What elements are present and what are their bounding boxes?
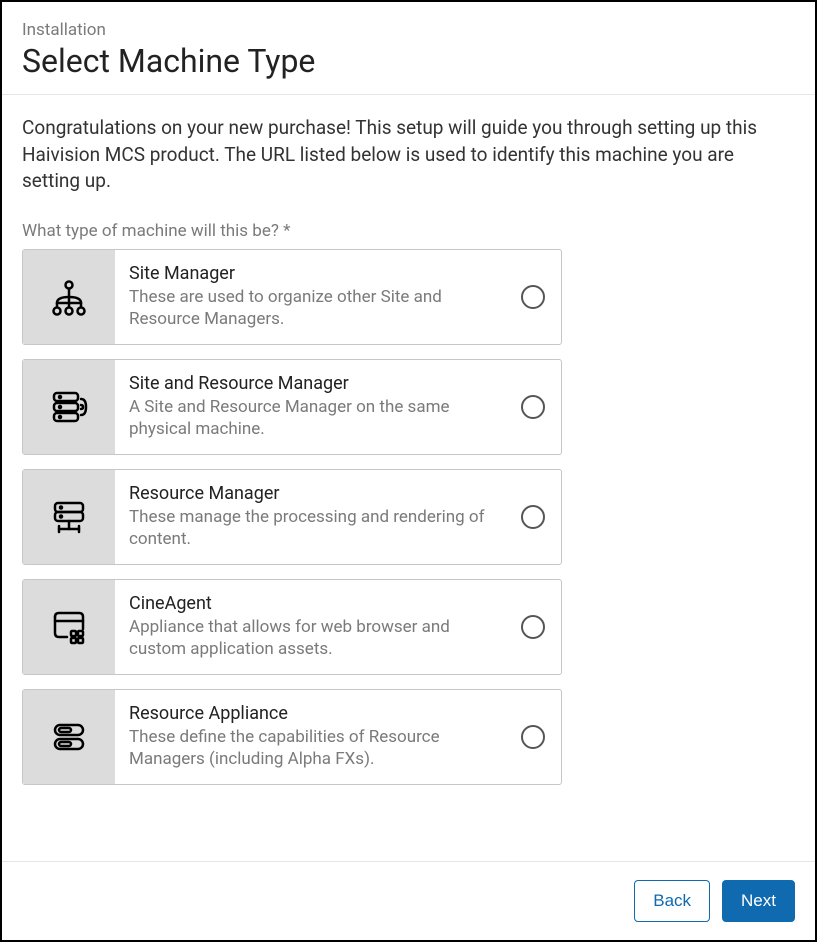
option-content: Site Manager These are used to organize … [115,250,505,344]
option-desc: Appliance that allows for web browser an… [129,616,497,660]
resource-appliance-icon [23,690,115,784]
breadcrumb: Installation [22,20,795,40]
resource-manager-icon [23,470,115,564]
option-title: Site and Resource Manager [129,373,497,394]
installation-dialog: Installation Select Machine Type Congrat… [0,0,817,942]
option-title: Site Manager [129,263,497,284]
option-site-resource-manager[interactable]: Site and Resource Manager A Site and Res… [22,359,562,455]
option-content: Resource Appliance These define the capa… [115,690,505,784]
dialog-body: Congratulations on your new purchase! Th… [2,95,815,861]
option-site-manager[interactable]: Site Manager These are used to organize … [22,249,562,345]
site-resource-manager-icon [23,360,115,454]
option-content: Site and Resource Manager A Site and Res… [115,360,505,454]
option-title: Resource Manager [129,483,497,504]
option-title: Resource Appliance [129,703,497,724]
dialog-footer: Back Next [2,861,815,940]
option-desc: These are used to organize other Site an… [129,286,497,330]
option-desc: These define the capabilities of Resourc… [129,726,497,770]
option-desc: These manage the processing and renderin… [129,506,497,550]
option-title: CineAgent [129,593,497,614]
site-manager-icon [23,250,115,344]
page-title: Select Machine Type [22,42,795,80]
option-cineagent[interactable]: CineAgent Appliance that allows for web … [22,579,562,675]
option-content: Resource Manager These manage the proces… [115,470,505,564]
option-resource-manager[interactable]: Resource Manager These manage the proces… [22,469,562,565]
option-desc: A Site and Resource Manager on the same … [129,396,497,440]
next-button[interactable]: Next [722,880,795,922]
radio-site-manager[interactable] [505,250,561,344]
option-content: CineAgent Appliance that allows for web … [115,580,505,674]
radio-resource-appliance[interactable] [505,690,561,784]
machine-type-options: Site Manager These are used to organize … [22,249,562,785]
back-button[interactable]: Back [634,880,710,922]
radio-resource-manager[interactable] [505,470,561,564]
option-resource-appliance[interactable]: Resource Appliance These define the capa… [22,689,562,785]
intro-text: Congratulations on your new purchase! Th… [22,115,795,195]
radio-cineagent[interactable] [505,580,561,674]
radio-site-resource-manager[interactable] [505,360,561,454]
machine-type-prompt: What type of machine will this be? * [22,221,795,241]
dialog-header: Installation Select Machine Type [2,2,815,95]
cineagent-icon [23,580,115,674]
